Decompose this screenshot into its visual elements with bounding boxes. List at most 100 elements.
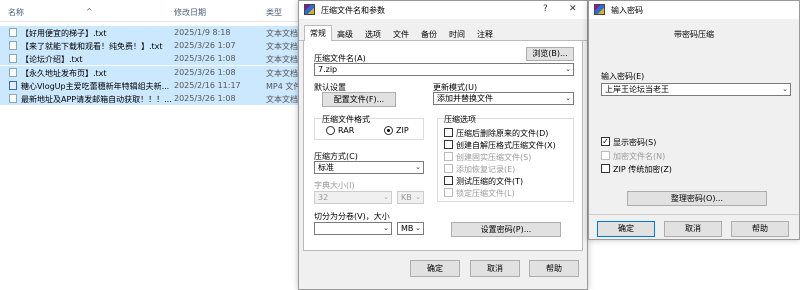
split-label: 切分为分卷(V)，大小: [314, 212, 390, 221]
chevron-down-icon: ⌄: [383, 224, 389, 232]
update-mode-select[interactable]: 添加并替换文件 ⌄: [433, 92, 574, 105]
file-type: 文本文档: [266, 55, 298, 65]
text-file-icon: [9, 94, 17, 103]
format-group-label: 压缩文件格式: [322, 115, 370, 124]
password-input[interactable]: 上岸王论坛当老王 ⌄: [601, 83, 791, 96]
dict-size-label: 字典大小(I): [314, 181, 355, 190]
method-select[interactable]: 标准 ⌄: [314, 161, 424, 174]
option-label: 创建固实压缩文件(S): [456, 153, 532, 162]
text-file-icon: [9, 54, 17, 64]
option-checkbox[interactable]: [444, 128, 453, 137]
file-row[interactable]: 糖心VlogUp主爱吃蕾穗新年特辑组夫新... 2025/2/16 11:17 MP…: [0, 78, 301, 92]
option-checkbox[interactable]: [444, 140, 453, 149]
chevron-down-icon: ⌄: [415, 193, 421, 201]
set-password-button[interactable]: 设置密码(P)...: [451, 222, 561, 237]
radio-rar-label: RAR: [338, 126, 355, 135]
tab-advanced[interactable]: 高级: [332, 27, 358, 41]
file-row[interactable]: 【永久地址发布页】.txt 2025/3/26 1:08 文本文档: [0, 65, 300, 79]
file-name: 最新地址及APP请发邮箱自动获取！！！...: [21, 95, 172, 104]
column-header-name[interactable]: 名称: [8, 7, 24, 18]
help-button[interactable]: 帮助: [731, 221, 789, 237]
video-file-icon: [9, 80, 17, 90]
dict-unit-select[interactable]: KB ⌄: [397, 191, 424, 204]
text-file-icon: [9, 28, 17, 37]
dict-size-select[interactable]: 32 ⌄: [314, 191, 392, 204]
file-date: 2025/3/26 1:08: [174, 54, 236, 64]
option-label: 添加恢复记录(E): [456, 165, 516, 174]
file-name: 【论坛介绍】.txt: [21, 55, 83, 65]
option-checkbox[interactable]: [444, 188, 453, 197]
file-name: 【来了就能下载和观看！纯免费！】.txt: [21, 42, 163, 52]
radio-zip[interactable]: [384, 126, 393, 135]
winrar-app-icon: [594, 4, 605, 15]
tab-general[interactable]: 常规: [304, 25, 332, 42]
dialog-title: 压缩文件名和参数: [321, 6, 385, 15]
file-explorer: ^ 名称 修改日期 类型 【好用便宜的梯子】.txt 2025/1/9 8:18 文…: [0, 0, 301, 290]
file-date: 2025/3/26 1:08: [174, 94, 236, 103]
profiles-button[interactable]: 配置文件(F)...: [322, 92, 396, 107]
archive-name-dialog: 压缩文件名和参数 ? ✕ 常规 高级 选项 文件 备份 时间 注释 压缩文件名(…: [298, 0, 588, 290]
chevron-down-icon: ⌄: [415, 163, 421, 171]
divider: [589, 214, 799, 215]
text-file-icon: [9, 41, 17, 51]
archive-name-combo[interactable]: 7.zip ⌄: [314, 63, 574, 76]
file-name: 【永久地址发布页】.txt: [21, 68, 107, 78]
dict-size-value: 32: [318, 193, 329, 202]
file-row[interactable]: 【好用便宜的梯子】.txt 2025/1/9 8:18 文本文档: [0, 26, 300, 39]
option-label: 创建自解压格式压缩文件(X): [456, 141, 556, 150]
file-date: 2025/2/16 11:17: [174, 80, 241, 90]
zip-legacy-checkbox[interactable]: [601, 164, 610, 173]
password-label: 输入密码(E): [601, 72, 645, 81]
tab-backup[interactable]: 备份: [416, 27, 442, 41]
tab-comment[interactable]: 注释: [472, 27, 498, 41]
close-icon[interactable]: ✕: [569, 4, 577, 14]
column-header-date[interactable]: 修改日期: [174, 7, 206, 18]
dialog-title-bar: 压缩文件名和参数 ? ✕: [299, 1, 587, 19]
chevron-down-icon: ⌄: [565, 94, 571, 102]
tab-options[interactable]: 选项: [360, 27, 386, 41]
browse-button[interactable]: 浏览(B)...: [526, 47, 574, 61]
split-unit-value: MB: [401, 224, 414, 233]
split-size-select[interactable]: ⌄: [314, 222, 392, 235]
file-name: 【好用便宜的梯子】.txt: [21, 29, 107, 38]
method-value: 标准: [318, 163, 334, 172]
file-row[interactable]: 【论坛介绍】.txt 2025/3/26 1:08 文本文档: [0, 52, 300, 66]
option-checkbox[interactable]: [444, 164, 453, 173]
cancel-button[interactable]: 取消: [664, 221, 722, 237]
tab-time[interactable]: 时间: [444, 27, 470, 41]
archive-name-value: 7.zip: [318, 65, 338, 74]
encrypt-names-label: 加密文件名(N): [613, 152, 666, 161]
file-row[interactable]: 最新地址及APP请发邮箱自动获取！！！... 2025/3/26 1:08 文本文档: [0, 92, 300, 105]
split-unit-select[interactable]: MB ⌄: [397, 222, 424, 235]
ok-button[interactable]: 确定: [597, 221, 655, 237]
file-name: 糖心VlogUp主爱吃蕾穗新年特辑组夫新...: [21, 81, 170, 91]
tab-bar: 常规 高级 选项 文件 备份 时间 注释: [299, 25, 587, 42]
show-password-checkbox[interactable]: ✓: [601, 137, 610, 146]
options-group-label: 压缩选项: [444, 115, 476, 124]
encrypt-names-checkbox[interactable]: [601, 151, 610, 160]
radio-zip-label: ZIP: [396, 126, 409, 135]
help-button[interactable]: 帮助: [529, 260, 579, 277]
cancel-button[interactable]: 取消: [470, 260, 520, 277]
file-date: 2025/1/9 8:18: [174, 28, 231, 37]
tab-files[interactable]: 文件: [388, 27, 414, 41]
help-icon[interactable]: ?: [543, 4, 548, 14]
option-checkbox[interactable]: [444, 176, 453, 185]
column-header-row: ^ 名称 修改日期 类型: [0, 0, 300, 22]
general-tab-panel: 压缩文件名(A) 浏览(B)... 7.zip ⌄ 默认设置 配置文件(F)..…: [303, 41, 583, 251]
radio-rar[interactable]: [326, 126, 335, 135]
file-date: 2025/3/26 1:08: [174, 67, 236, 77]
ok-button[interactable]: 确定: [410, 260, 460, 277]
chevron-down-icon: ⌄: [565, 65, 571, 73]
chevron-down-icon: ⌄: [383, 193, 389, 201]
option-label: 锁定压缩文件(L): [456, 189, 515, 198]
winrar-app-icon: [304, 4, 315, 15]
file-row[interactable]: 【来了就能下载和观看！纯免费！】.txt 2025/3/26 1:07 文本文档: [0, 39, 300, 53]
column-header-type[interactable]: 类型: [266, 7, 282, 18]
dialog-title: 输入密码: [611, 6, 643, 15]
option-checkbox[interactable]: [444, 152, 453, 161]
text-file-icon: [9, 67, 17, 77]
option-label: 测试压缩的文件(T): [456, 177, 524, 186]
organize-passwords-button[interactable]: 整理密码(O)...: [627, 191, 767, 206]
file-type: 文本文档: [266, 68, 298, 78]
